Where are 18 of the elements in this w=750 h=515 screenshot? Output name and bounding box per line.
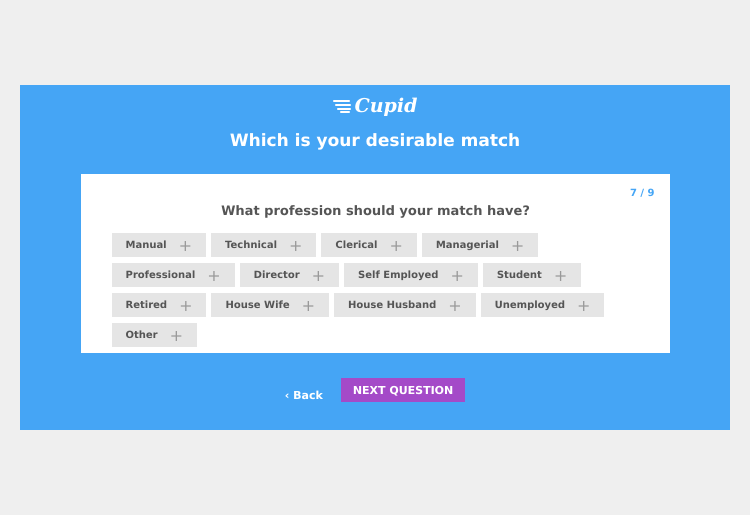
option-chip[interactable]: Retired + [112, 293, 206, 317]
option-chip[interactable]: House Husband + [334, 293, 476, 317]
option-chip[interactable]: Professional + [112, 263, 235, 287]
progress-counter: 7 / 9 [630, 188, 654, 199]
question-text: What profession should your match have? [220, 204, 531, 219]
option-chip[interactable]: Technical + [211, 233, 316, 257]
option-chip[interactable]: Director + [240, 263, 340, 287]
page-heading: Which is your desirable match [230, 131, 520, 151]
next-question-button[interactable]: NEXT QUESTION [340, 378, 466, 402]
option-chip[interactable]: House Wife + [211, 293, 330, 317]
option-chip[interactable]: Unemployed + [480, 293, 604, 317]
option-chip[interactable]: Managerial + [422, 233, 538, 257]
option-chip[interactable]: Self Employed + [344, 263, 478, 287]
option-chip[interactable]: Other + [112, 323, 198, 347]
logo-text: Cupid [354, 95, 418, 117]
option-chip[interactable]: Clerical + [321, 233, 417, 257]
option-chip[interactable]: Manual + [112, 233, 206, 257]
option-chip[interactable]: Student + [482, 263, 582, 287]
